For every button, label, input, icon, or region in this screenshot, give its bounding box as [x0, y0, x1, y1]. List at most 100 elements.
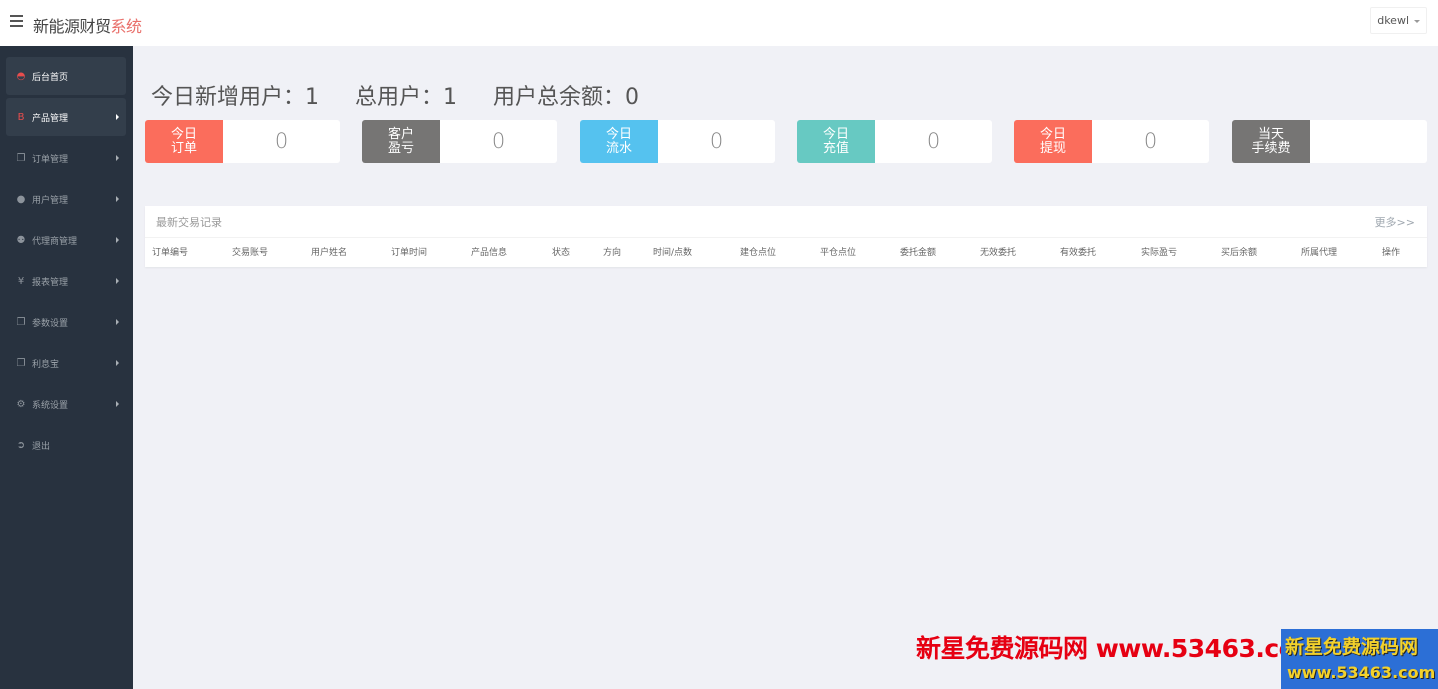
- menu-toggle-icon[interactable]: [10, 15, 23, 28]
- sidebar-item-products[interactable]: B 产品管理: [6, 98, 126, 136]
- brand-main: 新能源财贸: [33, 17, 111, 36]
- total-users: 总用户：1: [355, 85, 457, 110]
- copy-icon: ❐: [16, 152, 26, 164]
- tag-line2: 手续费: [1251, 140, 1291, 156]
- column-header: 操作: [1382, 248, 1401, 258]
- yen-icon: ¥: [17, 275, 25, 287]
- stat-card-tag: 今日 订单: [145, 120, 223, 163]
- stat-card-tag: 今日 充值: [797, 120, 875, 163]
- sidebar-item-label: 订单管理: [32, 154, 69, 165]
- caret-right-icon: [116, 114, 119, 120]
- stat-card-tag: 客户 盈亏: [362, 120, 440, 163]
- sidebar: ◓ 后台首页 B 产品管理 ❐ 订单管理 ● 用户管理 ⚉ 代理商管理 ¥ 报表…: [0, 46, 133, 689]
- column-header: 订单时间: [391, 248, 428, 258]
- stat-card-value: [1310, 120, 1427, 163]
- sidebar-item-logout[interactable]: ➲ 退出: [6, 426, 126, 464]
- tag-line1: 客户: [387, 126, 414, 142]
- stat-card-value: 0: [709, 129, 724, 153]
- dashboard-icon: ◓: [16, 70, 26, 82]
- sidebar-item-label: 后台首页: [32, 72, 69, 83]
- panel-title: 最新交易记录: [156, 216, 222, 229]
- stat-card-today-withdraw: 今日 提现 0: [1014, 120, 1209, 163]
- top-bar: 新能源财贸系统 dkewl: [0, 0, 1438, 46]
- tag-line1: 今日: [1039, 126, 1066, 142]
- stat-card-value: 0: [1143, 129, 1158, 153]
- tag-line2: 充值: [822, 140, 849, 156]
- sidebar-item-params[interactable]: ❐ 参数设置: [6, 303, 126, 341]
- sidebar-item-system[interactable]: ⚙ 系统设置: [6, 385, 126, 423]
- caret-right-icon: [116, 401, 119, 407]
- tag-line1: 今日: [822, 126, 849, 142]
- stat-card-customer-pnl: 客户 盈亏 0: [362, 120, 557, 163]
- summary-stats: 今日新增用户：1 总用户：1 用户总余额：0: [151, 79, 675, 111]
- column-header: 买后余额: [1221, 248, 1258, 258]
- sidebar-item-label: 代理商管理: [32, 236, 78, 247]
- sidebar-item-users[interactable]: ● 用户管理: [6, 180, 126, 218]
- caret-right-icon: [116, 319, 119, 325]
- stat-card-today-orders: 今日 订单 0: [145, 120, 340, 163]
- sidebar-item-label: 报表管理: [32, 277, 69, 288]
- stat-card-value: 0: [491, 129, 506, 153]
- sidebar-item-orders[interactable]: ❐ 订单管理: [6, 139, 126, 177]
- tag-line2: 订单: [170, 140, 197, 156]
- stat-card-tag: 今日 提现: [1014, 120, 1092, 163]
- column-header: 平仓点位: [820, 248, 857, 258]
- stat-card-tag: 当天 手续费: [1232, 120, 1310, 163]
- column-header: 所属代理: [1301, 248, 1338, 258]
- column-header: 订单编号: [152, 248, 189, 258]
- stat-card-today-recharge: 今日 充值 0: [797, 120, 992, 163]
- column-header: 无效委托: [980, 248, 1017, 258]
- app-title: 新能源财贸系统: [33, 13, 142, 37]
- caret-right-icon: [116, 237, 119, 243]
- stat-card-value: 0: [926, 129, 941, 153]
- sidebar-item-label: 参数设置: [32, 318, 69, 329]
- column-header: 实际盈亏: [1141, 248, 1178, 258]
- tag-line2: 提现: [1039, 140, 1066, 156]
- sidebar-item-label: 利息宝: [32, 359, 60, 370]
- sidebar-item-label: 退出: [32, 441, 51, 452]
- username: dkewl: [1377, 14, 1409, 27]
- recent-trades-panel: 最新交易记录 更多>> 订单编号 交易账号 用户姓名 订单时间 产品信息 状态 …: [145, 206, 1427, 267]
- sidebar-item-label: 系统设置: [32, 400, 69, 411]
- caret-right-icon: [116, 155, 119, 161]
- user-dropdown[interactable]: dkewl: [1370, 7, 1427, 34]
- more-link[interactable]: 更多>>: [1375, 214, 1415, 230]
- tag-line2: 流水: [605, 140, 632, 156]
- column-header: 委托金额: [900, 248, 937, 258]
- watermark-text: 新星免费源码网 www.53463.com: [916, 634, 1321, 663]
- tag-line1: 今日: [170, 126, 197, 142]
- sidebar-item-dashboard[interactable]: ◓ 后台首页: [6, 57, 126, 95]
- sidebar-item-label: 产品管理: [32, 113, 69, 124]
- sidebar-item-agents[interactable]: ⚉ 代理商管理: [6, 221, 126, 259]
- sidebar-item-label: 用户管理: [32, 195, 69, 206]
- bitcoin-icon: B: [17, 111, 25, 123]
- caret-down-icon: [1414, 19, 1420, 23]
- stat-card-value: 0: [274, 129, 289, 153]
- column-header: 建仓点位: [740, 248, 777, 258]
- tag-line1: 当天: [1257, 126, 1284, 142]
- watermark-badge-line1: 新星免费源码网: [1285, 636, 1419, 658]
- gears-icon: ⚙: [16, 398, 26, 410]
- tag-line2: 盈亏: [387, 140, 414, 156]
- sidebar-item-interest[interactable]: ❐ 利息宝: [6, 344, 126, 382]
- copy-icon: ❐: [16, 316, 26, 328]
- copy-icon: ❐: [16, 357, 26, 369]
- brand-accent: 系统: [110, 17, 143, 36]
- column-header: 方向: [603, 248, 622, 258]
- caret-right-icon: [116, 196, 119, 202]
- watermark-badge: 新星免费源码网 www.53463.com: [1281, 629, 1438, 689]
- column-header: 产品信息: [471, 248, 508, 258]
- column-header: 交易账号: [232, 248, 269, 258]
- table-header: 订单编号 交易账号 用户姓名 订单时间 产品信息 状态 方向 时间/点数 建仓点…: [145, 245, 1427, 259]
- column-header: 有效委托: [1060, 248, 1097, 258]
- watermark-badge-line2: www.53463.com: [1287, 663, 1436, 682]
- sidebar-item-reports[interactable]: ¥ 报表管理: [6, 262, 126, 300]
- total-balance: 用户总余额：0: [493, 85, 639, 110]
- stat-card-today-fees: 当天 手续费: [1232, 120, 1427, 163]
- caret-right-icon: [116, 278, 119, 284]
- column-header: 用户姓名: [311, 248, 348, 258]
- sitemap-icon: ⚉: [16, 234, 26, 246]
- user-icon: ●: [16, 193, 26, 205]
- stat-card-today-turnover: 今日 流水 0: [580, 120, 775, 163]
- column-header: 状态: [552, 248, 571, 258]
